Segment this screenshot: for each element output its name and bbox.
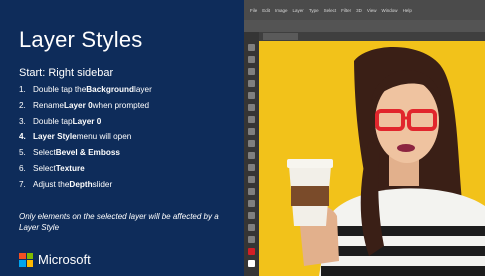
tools-panel <box>244 32 259 276</box>
blur-tool-icon[interactable] <box>248 188 255 195</box>
menu-view[interactable]: View <box>367 8 377 13</box>
menu-layer[interactable]: Layer <box>293 8 304 13</box>
pen-tool-icon[interactable] <box>248 212 255 219</box>
step-item: 2. Rename Layer 0 when prompted <box>19 100 150 110</box>
background-color-swatch[interactable] <box>248 260 255 267</box>
step-item: 1. Double tap the Background layer <box>19 85 152 94</box>
menu-filter[interactable]: Filter <box>341 8 351 13</box>
menu-image[interactable]: Image <box>275 8 288 13</box>
options-bar <box>244 20 485 32</box>
microsoft-brand: Microsoft <box>19 252 91 267</box>
menu-select[interactable]: Select <box>324 8 337 13</box>
gradient-tool-icon[interactable] <box>248 176 255 183</box>
instructions-panel: Layer Styles Start: Right sidebar 1. Doub… <box>0 0 244 276</box>
step-item: 7. Adjust the Depth slider <box>19 179 113 189</box>
marquee-tool-icon[interactable] <box>248 56 255 63</box>
layer-style-note: Only elements on the selected layer will… <box>19 212 219 232</box>
dodge-tool-icon[interactable] <box>248 200 255 207</box>
menu-3d[interactable]: 3D <box>356 8 362 13</box>
document-tab[interactable] <box>263 33 298 40</box>
step-item: 3. Double tap Layer 0 <box>19 116 102 126</box>
lasso-tool-icon[interactable] <box>248 68 255 75</box>
photoshop-menu-bar: File Edit Image Layer Type Select Filter… <box>244 0 485 20</box>
step-item: 4. Layer Style menu will open <box>19 132 132 142</box>
menu-edit[interactable]: Edit <box>262 8 270 13</box>
steps-list: 1. Double tap the Background layer 2. Rena… <box>19 84 152 195</box>
slide-title: Layer Styles <box>19 27 143 52</box>
microsoft-logo-icon <box>19 252 33 267</box>
canvas-image[interactable] <box>259 41 485 276</box>
step-item: 5. Select Bevel & Emboss <box>19 148 120 158</box>
hand-tool-icon[interactable] <box>248 236 255 243</box>
menu-help[interactable]: Help <box>403 8 412 13</box>
microsoft-wordmark: Microsoft <box>38 252 91 267</box>
document-tab-bar <box>259 32 485 41</box>
type-tool-icon[interactable] <box>248 224 255 231</box>
brush-tool-icon[interactable] <box>248 128 255 135</box>
quick-select-tool-icon[interactable] <box>248 80 255 87</box>
move-tool-icon[interactable] <box>248 44 255 51</box>
eyedropper-tool-icon[interactable] <box>248 104 255 111</box>
menu-type[interactable]: Type <box>309 8 319 13</box>
menu-window[interactable]: Window <box>382 8 398 13</box>
healing-tool-icon[interactable] <box>248 116 255 123</box>
woman-with-coffee-photo <box>259 41 485 276</box>
photoshop-window: File Edit Image Layer Type Select Filter… <box>244 0 485 276</box>
foreground-color-swatch[interactable] <box>248 248 255 255</box>
history-brush-tool-icon[interactable] <box>248 152 255 159</box>
eraser-tool-icon[interactable] <box>248 164 255 171</box>
crop-tool-icon[interactable] <box>248 92 255 99</box>
start-instruction: Start: Right sidebar <box>19 67 114 79</box>
step-item: 6. Select Texture <box>19 163 85 173</box>
tutorial-slide: Layer Styles Start: Right sidebar 1. Doub… <box>0 0 485 276</box>
menu-file[interactable]: File <box>250 8 257 13</box>
clone-stamp-tool-icon[interactable] <box>248 140 255 147</box>
